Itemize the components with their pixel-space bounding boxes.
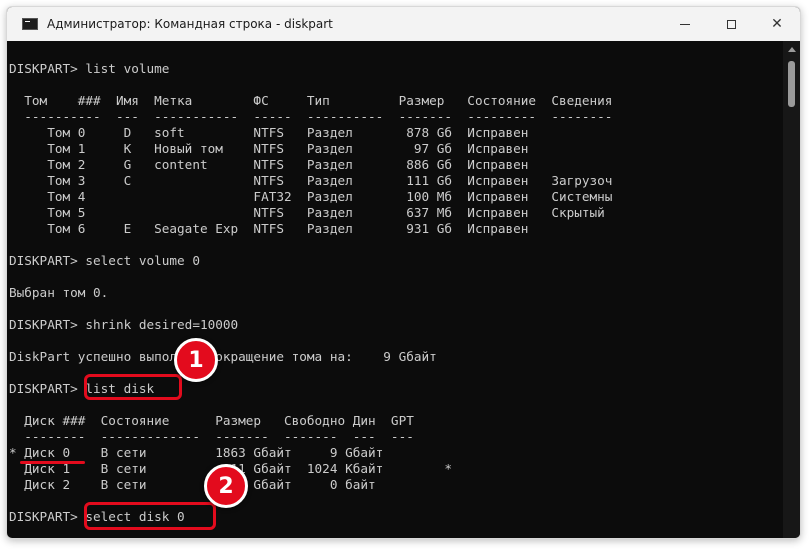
terminal-line: ---------- --- ----------- ----- -------… xyxy=(9,109,613,124)
terminal-line: DISKPART> shrink desired=10000 xyxy=(9,317,239,332)
maximize-button[interactable] xyxy=(708,7,754,41)
scroll-up-arrow-icon[interactable] xyxy=(788,47,796,52)
scroll-thumb[interactable] xyxy=(788,61,795,107)
terminal-line: Том 6 E Seagate Exp NTFS Раздел 931 Gб И… xyxy=(9,221,529,236)
window-controls: ✕ xyxy=(662,7,800,41)
minimize-icon xyxy=(680,23,690,25)
step-badge-2: 2 xyxy=(204,464,248,508)
terminal-line: Том 4 FAT32 Раздел 100 Мб Исправен Систе… xyxy=(9,189,613,204)
terminal-line: * Диск 0 В сети 1863 Gбайт 9 Gбайт xyxy=(9,445,384,460)
terminal-line: Том 2 G content NTFS Раздел 886 Gб Испра… xyxy=(9,157,529,172)
terminal-line: Выбран том 0. xyxy=(9,285,109,300)
cmd-app-icon xyxy=(22,18,38,30)
terminal-line: Диск ### Состояние Размер Свободно Дин G… xyxy=(9,413,414,428)
step-badge-1: 1 xyxy=(174,338,218,382)
terminal-line: Том 5 NTFS Раздел 637 Мб Исправен Скрыты… xyxy=(9,205,605,220)
title-bar[interactable]: Администратор: Командная строка - diskpa… xyxy=(7,7,800,41)
minimize-button[interactable] xyxy=(662,7,708,41)
vertical-scrollbar[interactable] xyxy=(783,41,800,538)
terminal-line: Диск 2 В сети 931 Gбайт 0 байт xyxy=(9,477,376,492)
terminal-line: Том 0 D soft NTFS Раздел 878 Gб Исправен xyxy=(9,125,529,140)
maximize-icon xyxy=(726,19,736,29)
terminal-line: -------- ------------- ------- ------- -… xyxy=(9,429,414,444)
terminal-line: DISKPART> select volume 0 xyxy=(9,253,200,268)
terminal-line: Том ### Имя Метка ФС Тип Размер Состояни… xyxy=(9,93,613,108)
underline-disk-0 xyxy=(20,461,85,464)
command-prompt-window: Администратор: Командная строка - diskpa… xyxy=(6,6,801,539)
highlight-select-disk xyxy=(84,502,216,530)
window-title: Администратор: Командная строка - diskpa… xyxy=(47,17,333,31)
terminal-line: Том 3 C NTFS Раздел 111 Gб Исправен Загр… xyxy=(9,173,613,188)
terminal-line: Диск 1 В сети 111 Gбайт 1024 Кбайт * xyxy=(24,461,453,476)
terminal-line: DiskPart успешно выполнил сокращение том… xyxy=(9,349,437,364)
highlight-list-disk xyxy=(84,374,182,400)
terminal-line: Том 1 K Новый том NTFS Раздел 97 Gб Испр… xyxy=(9,141,529,156)
terminal-line: DISKPART> list volume xyxy=(9,61,170,76)
terminal-output[interactable]: DISKPART> list volume Том ### Имя Метка … xyxy=(9,45,782,538)
close-icon: ✕ xyxy=(771,16,783,32)
close-button[interactable]: ✕ xyxy=(754,7,800,41)
